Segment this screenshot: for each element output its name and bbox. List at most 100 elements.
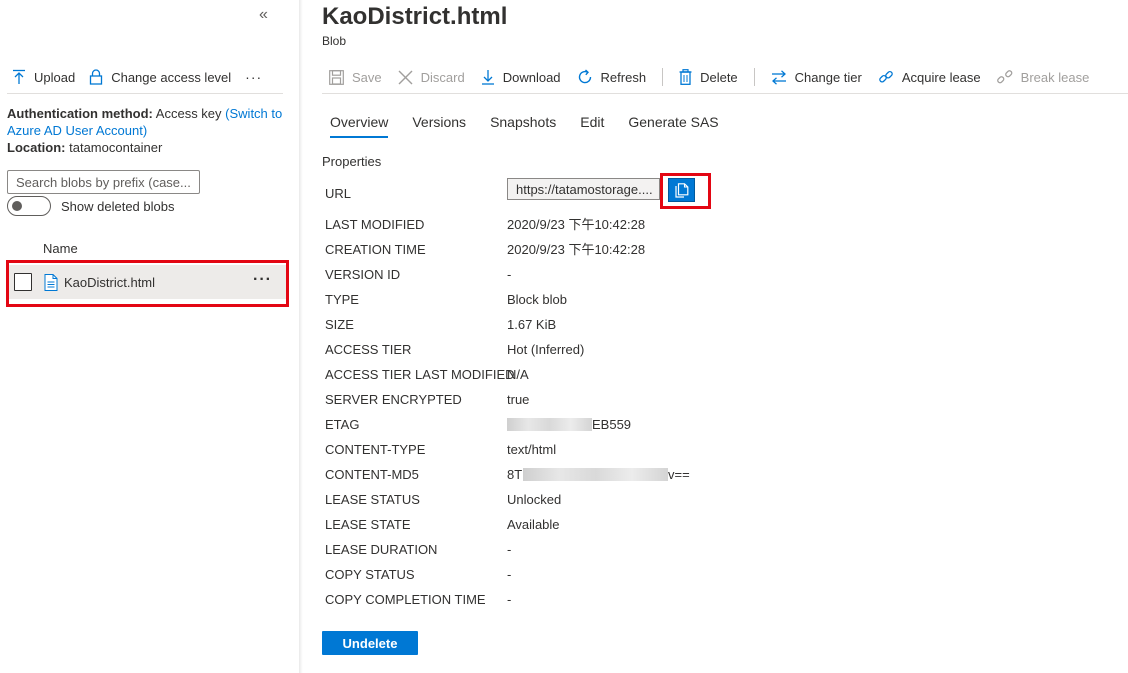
blob-tabs: Overview Versions Snapshots Edit Generat…	[330, 114, 743, 138]
break-lease-label: Break lease	[1020, 69, 1090, 85]
redacted-value	[507, 418, 592, 431]
toolbar-separator	[662, 68, 664, 86]
save-label: Save	[352, 69, 382, 85]
auth-method-label: Authentication method:	[7, 106, 153, 121]
property-value: Block blob	[507, 292, 567, 307]
delete-button[interactable]: Delete	[679, 69, 738, 85]
property-key: TYPE	[325, 292, 359, 307]
url-row: URL https://tatamostorage....	[325, 177, 725, 207]
properties-heading: Properties	[322, 154, 382, 169]
property-value: 2020/9/23 下午10:42:28	[507, 242, 646, 257]
toolbar-divider	[7, 93, 283, 94]
toggle-knob	[12, 201, 22, 211]
property-value: Unlocked	[507, 492, 562, 507]
property-key: SIZE	[325, 317, 354, 332]
download-button[interactable]: Download	[481, 69, 561, 85]
change-access-level-button[interactable]: Change access level	[89, 69, 231, 85]
name-column-header[interactable]: Name	[43, 241, 78, 256]
discard-label: Discard	[420, 69, 465, 85]
tab-edit[interactable]: Edit	[580, 114, 604, 138]
property-value-tail: v==	[668, 467, 690, 482]
container-toolbar: Upload Change access level ···	[12, 66, 262, 88]
break-lease-button[interactable]: Break lease	[996, 69, 1090, 85]
trash-icon	[679, 69, 692, 85]
property-key: LAST MODIFIED	[325, 217, 425, 232]
acquire-lease-button[interactable]: Acquire lease	[878, 69, 981, 85]
copy-url-button[interactable]	[668, 178, 695, 202]
property-key: VERSION ID	[325, 267, 401, 282]
property-key: LEASE STATE	[325, 517, 411, 532]
delete-label: Delete	[700, 69, 738, 85]
collapse-pane-icon[interactable]: «	[259, 6, 268, 24]
property-key: CONTENT-TYPE	[325, 442, 426, 457]
property-key: SERVER ENCRYPTED	[325, 392, 462, 407]
more-options-icon[interactable]: ···	[245, 69, 262, 85]
upload-button[interactable]: Upload	[12, 69, 75, 85]
upload-icon	[13, 69, 25, 84]
property-value: -	[507, 267, 512, 282]
property-value: N/A	[507, 367, 529, 382]
tab-versions[interactable]: Versions	[412, 114, 466, 138]
property-value: -	[507, 567, 512, 582]
tab-overview[interactable]: Overview	[330, 114, 389, 138]
property-key: ETAG	[325, 417, 360, 432]
select-checkbox[interactable]	[14, 273, 32, 291]
blob-toolbar: Save Discard Download Refresh Delete Cha…	[329, 66, 1105, 88]
property-value: text/html	[507, 442, 557, 457]
save-icon	[329, 69, 344, 85]
property-value: true	[507, 392, 530, 407]
show-deleted-row: Show deleted blobs	[7, 196, 174, 216]
download-icon	[481, 70, 494, 85]
blob-name: KaoDistrict.html	[64, 274, 156, 290]
url-label: URL	[325, 186, 352, 201]
property-value: 8T	[507, 467, 523, 482]
property-value: -	[507, 542, 512, 557]
upload-label: Upload	[34, 69, 76, 85]
page-subtitle: Blob	[322, 34, 347, 48]
list-item[interactable]: KaoDistrict.html ···	[9, 265, 286, 299]
toolbar-divider	[322, 93, 1128, 94]
property-value: 1.67 KiB	[507, 317, 557, 332]
page-title: KaoDistrict.html	[322, 3, 508, 30]
property-value: EB559	[592, 417, 632, 432]
file-icon	[44, 273, 58, 291]
property-value: -	[507, 592, 512, 607]
property-key: ACCESS TIER	[325, 342, 412, 357]
close-icon	[398, 70, 413, 84]
property-key: ACCESS TIER LAST MODIFIED	[325, 367, 515, 382]
broken-link-icon	[996, 70, 1013, 84]
discard-button[interactable]: Discard	[398, 70, 465, 85]
property-key: COPY STATUS	[325, 567, 415, 582]
property-value: 2020/9/23 下午10:42:28	[507, 217, 646, 232]
left-pane: « Upload Change access level ··· Authent…	[0, 0, 300, 673]
show-deleted-toggle[interactable]	[7, 196, 51, 216]
toolbar-separator	[753, 68, 755, 86]
redacted-value	[523, 468, 668, 481]
change-tier-button[interactable]: Change tier	[771, 70, 862, 85]
url-field[interactable]: https://tatamostorage....	[507, 178, 660, 200]
show-deleted-label: Show deleted blobs	[61, 198, 175, 214]
copy-icon	[674, 182, 688, 198]
search-blobs-input[interactable]	[7, 170, 200, 194]
row-more-icon[interactable]: ···	[253, 271, 272, 289]
save-button[interactable]: Save	[329, 70, 382, 85]
tab-snapshots[interactable]: Snapshots	[490, 114, 556, 138]
refresh-icon	[578, 69, 591, 84]
property-value: Available	[507, 517, 560, 532]
link-icon	[879, 70, 893, 83]
refresh-button[interactable]: Refresh	[577, 69, 646, 85]
location-value: tatamocontainer	[69, 140, 163, 155]
property-key: CREATION TIME	[325, 242, 426, 257]
change-access-level-label: Change access level	[111, 69, 232, 85]
property-key: CONTENT-MD5	[325, 467, 419, 482]
auth-info: Authentication method: Access key (Switc…	[7, 105, 287, 156]
acquire-lease-label: Acquire lease	[901, 69, 981, 85]
swap-icon	[771, 69, 786, 85]
auth-method-value: Access key	[155, 106, 222, 121]
property-key: LEASE STATUS	[325, 492, 420, 507]
tab-generate-sas[interactable]: Generate SAS	[628, 114, 718, 138]
undelete-button[interactable]: Undelete	[322, 631, 418, 655]
download-label: Download	[502, 69, 561, 85]
property-key: LEASE DURATION	[325, 542, 438, 557]
pane-divider[interactable]	[299, 0, 303, 673]
